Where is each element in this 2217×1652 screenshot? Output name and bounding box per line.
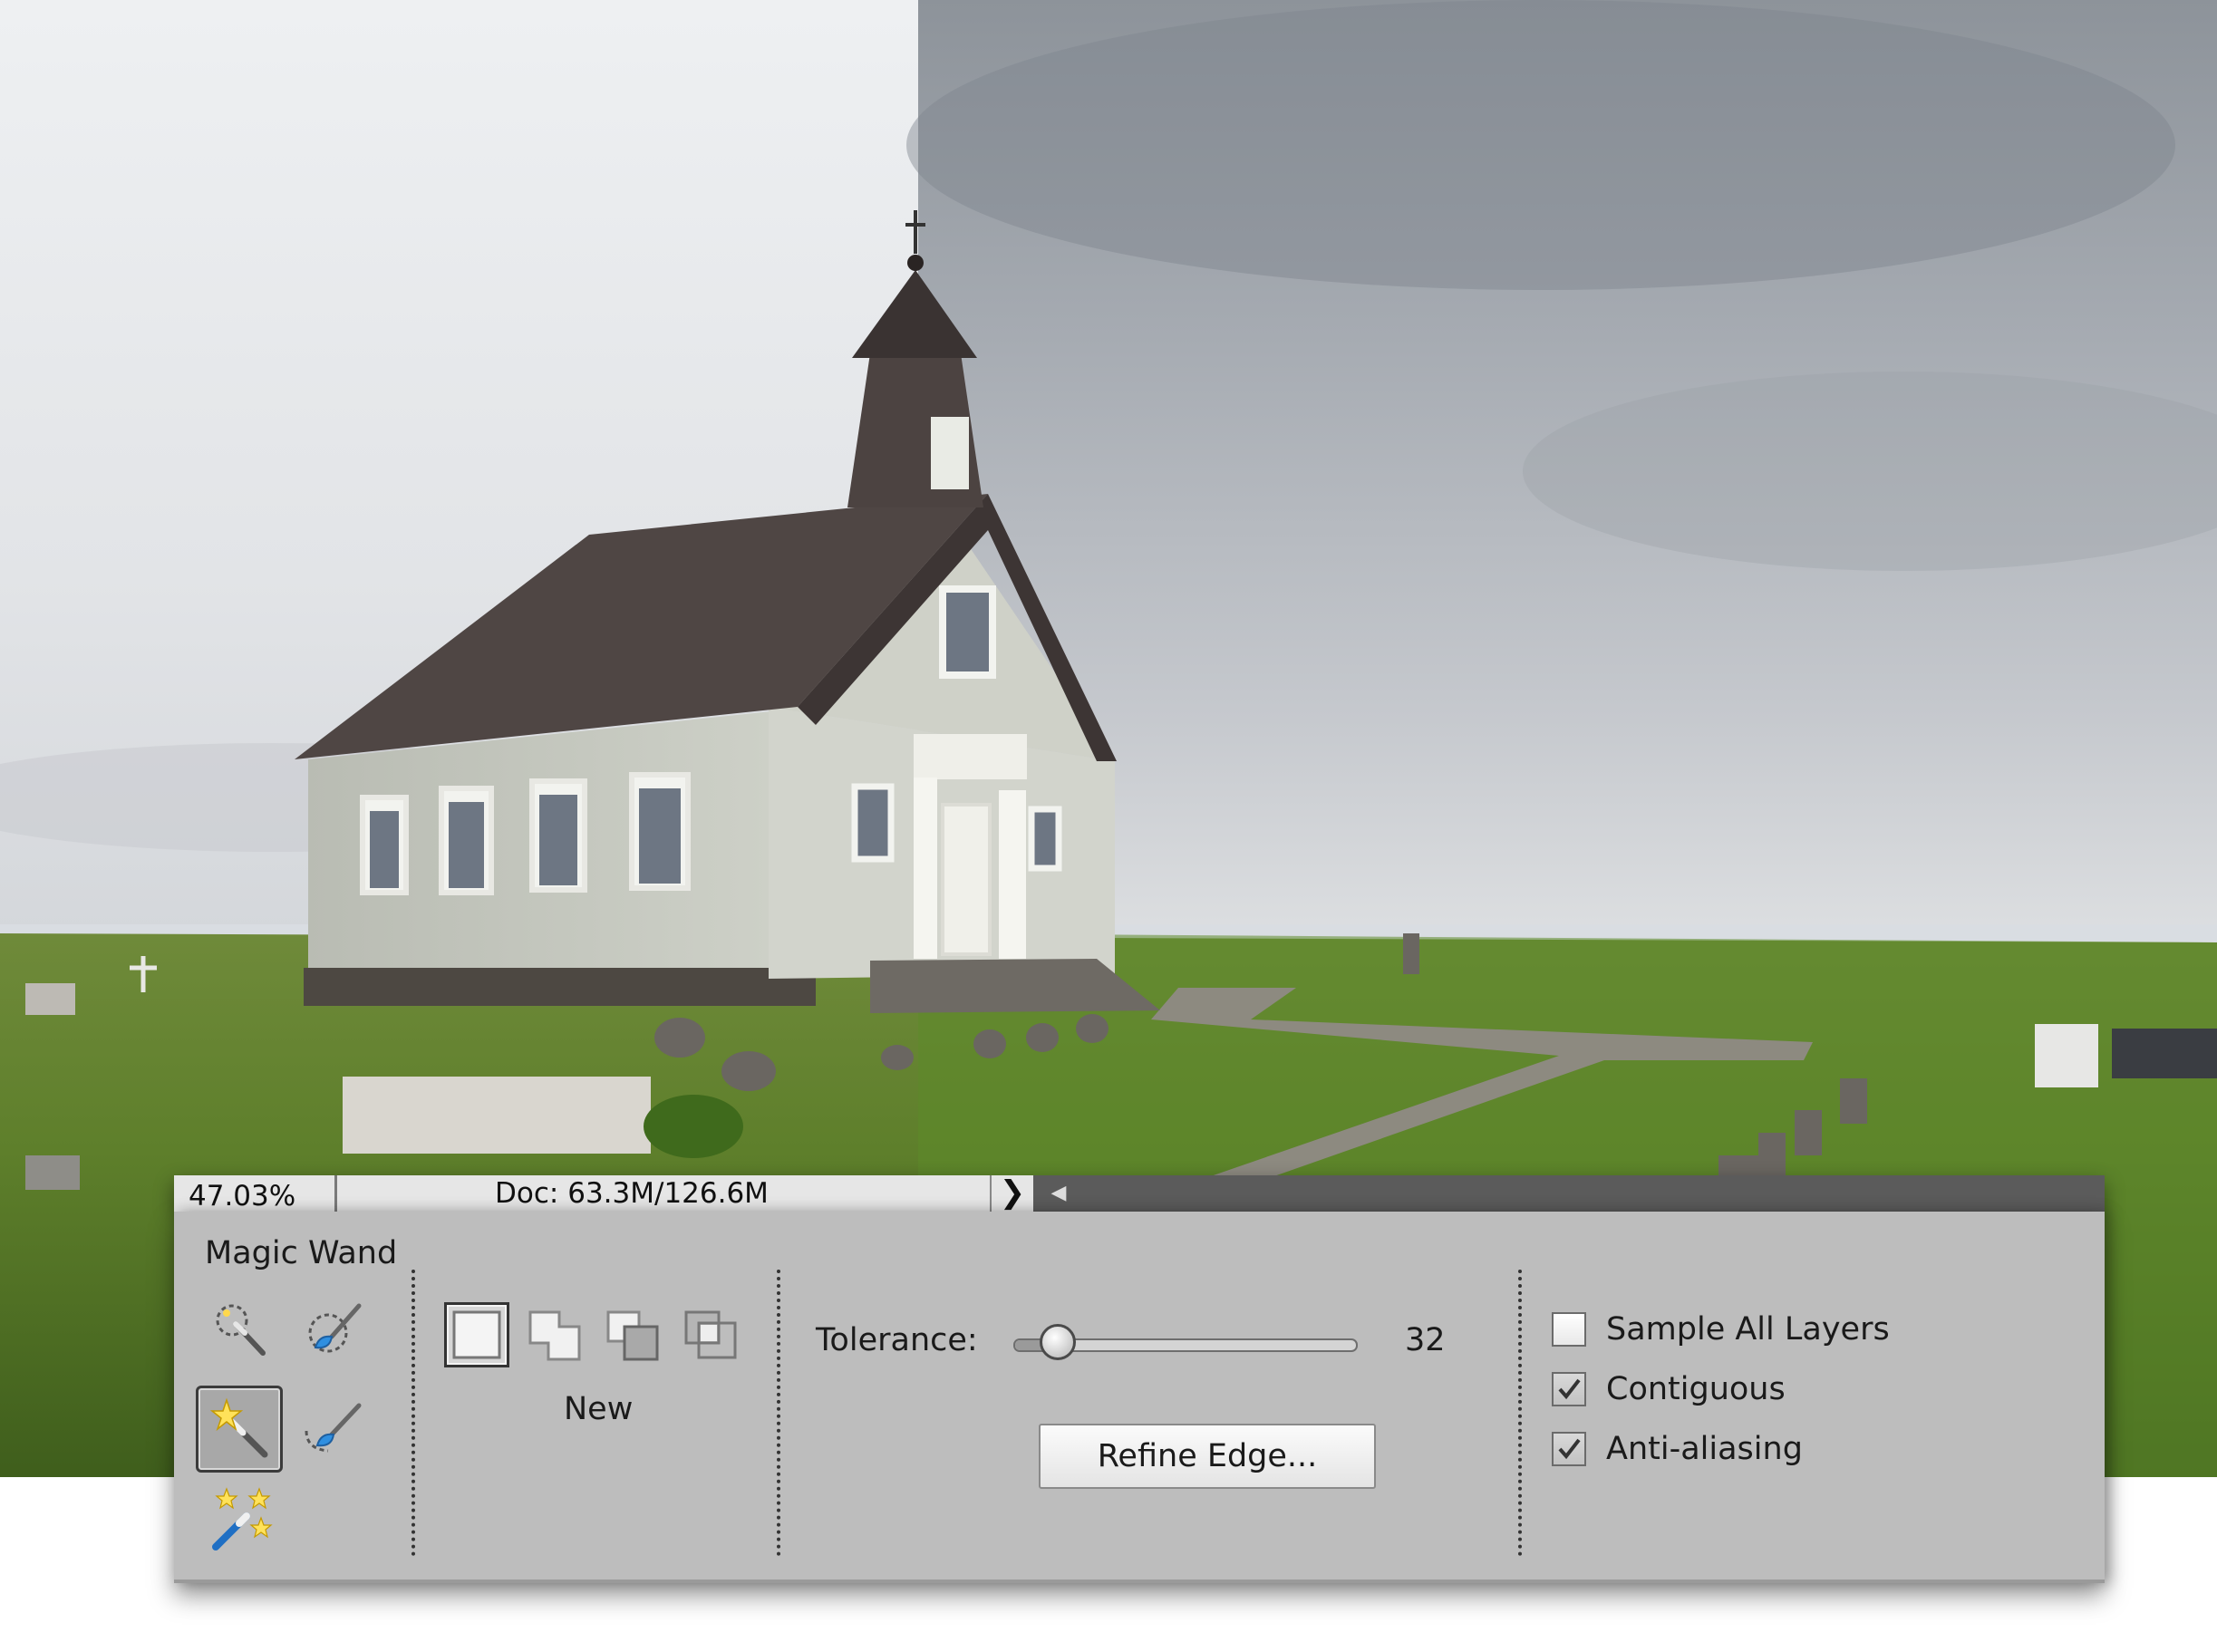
tolerance-value[interactable]: 32 <box>1405 1322 1446 1358</box>
tolerance-slider-thumb[interactable] <box>1040 1324 1077 1360</box>
add-to-selection-button[interactable] <box>522 1302 587 1367</box>
new-selection-icon <box>452 1310 501 1359</box>
refine-selection-brush-tool-button[interactable] <box>288 1386 375 1473</box>
tool-options-panel: Magic Wand New Tolerance: 32 Refine Edge… <box>174 1212 2105 1583</box>
options-divider-3 <box>1518 1270 1522 1556</box>
intersect-selection-icon <box>684 1310 737 1359</box>
subtract-from-selection-icon <box>606 1310 659 1361</box>
sample-all-layers-option[interactable]: Sample All Layers <box>1552 1311 1890 1348</box>
tolerance-slider[interactable] <box>1013 1324 1358 1360</box>
quick-selection-tool-button[interactable] <box>198 1288 285 1375</box>
options-divider-1 <box>411 1270 415 1556</box>
options-divider-2 <box>777 1270 780 1556</box>
selection-brush-tool-button[interactable] <box>288 1288 375 1375</box>
document-size-info: Doc: 63.3M/126.6M <box>337 1175 990 1212</box>
new-selection-button[interactable] <box>444 1302 509 1367</box>
magic-wand-icon <box>209 1397 268 1458</box>
add-to-selection-icon <box>528 1310 581 1361</box>
auto-selection-tool-button[interactable] <box>198 1476 285 1563</box>
intersect-selection-button[interactable] <box>678 1302 743 1367</box>
contiguous-option[interactable]: Contiguous <box>1552 1371 1786 1407</box>
tolerance-label: Tolerance: <box>816 1322 978 1358</box>
checkmark-icon <box>1558 1378 1581 1400</box>
auto-selection-wand-icon <box>212 1487 273 1551</box>
tool-name-label: Magic Wand <box>205 1235 398 1271</box>
checkmark-icon <box>1558 1438 1581 1460</box>
status-bar: 47.03% Doc: 63.3M/126.6M ❯ ◀ <box>174 1175 2105 1212</box>
contiguous-checkbox[interactable] <box>1552 1372 1586 1406</box>
zoom-level-field[interactable]: 47.03% <box>174 1175 337 1212</box>
refine-selection-brush-icon <box>305 1403 362 1453</box>
quick-selection-icon <box>216 1304 266 1356</box>
sample-all-layers-checkbox[interactable] <box>1552 1312 1586 1347</box>
refine-edge-button[interactable]: Refine Edge... <box>1039 1424 1376 1489</box>
anti-aliasing-checkbox[interactable] <box>1552 1432 1586 1466</box>
status-info-menu-button[interactable]: ❯ <box>990 1175 1033 1212</box>
selection-mode-label: New <box>564 1391 634 1427</box>
contiguous-label: Contiguous <box>1606 1371 1786 1407</box>
selection-brush-icon <box>308 1303 362 1353</box>
anti-aliasing-option[interactable]: Anti-aliasing <box>1552 1431 1803 1467</box>
subtract-from-selection-button[interactable] <box>600 1302 665 1367</box>
scroll-left-arrow-icon[interactable]: ◀ <box>1046 1175 1071 1212</box>
sample-all-layers-label: Sample All Layers <box>1606 1311 1890 1348</box>
magic-wand-tool-button[interactable] <box>196 1386 283 1473</box>
anti-aliasing-label: Anti-aliasing <box>1606 1431 1803 1467</box>
